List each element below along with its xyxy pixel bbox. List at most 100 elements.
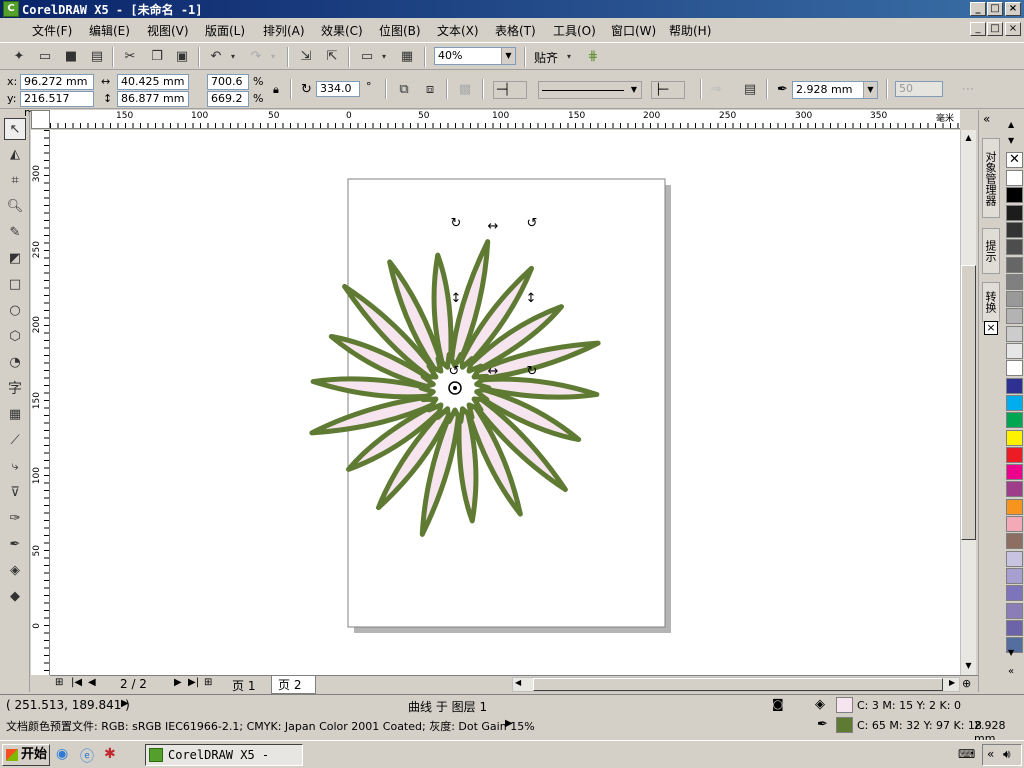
- tray-expand-icon[interactable]: «: [987, 747, 994, 761]
- palette-swatch[interactable]: [1006, 256, 1023, 273]
- menu-text[interactable]: 文本(X): [437, 22, 479, 39]
- menu-file[interactable]: 文件(F): [32, 22, 72, 39]
- outline-tool-icon[interactable]: ✒: [4, 534, 26, 556]
- height-field[interactable]: 86.877 mm: [117, 91, 189, 107]
- previous-page-icon[interactable]: ◀: [88, 677, 96, 688]
- palette-swatch[interactable]: [1006, 585, 1023, 602]
- scroll-up-arrow-icon[interactable]: ▲: [961, 130, 976, 145]
- open-icon[interactable]: ▭: [36, 48, 54, 66]
- palette-swatch[interactable]: [1006, 498, 1023, 515]
- import-icon[interactable]: ⇲: [297, 48, 315, 66]
- mirror-horizontal-icon[interactable]: ⧉: [395, 81, 413, 99]
- chevron-down-icon[interactable]: ▼: [627, 82, 641, 98]
- print-icon[interactable]: ▤: [88, 48, 106, 66]
- palette-swatch[interactable]: [1006, 464, 1023, 481]
- menu-arrange[interactable]: 排列(A): [263, 22, 305, 39]
- width-field[interactable]: 40.425 mm: [117, 74, 189, 90]
- vertical-scrollbar[interactable]: ▲ ▼: [960, 130, 976, 675]
- palette-swatch[interactable]: [1006, 602, 1023, 619]
- blend-tool-icon[interactable]: ⊽: [4, 482, 26, 504]
- undo-icon[interactable]: ↶: [207, 48, 225, 66]
- close-curve-icon[interactable]: ▩: [456, 81, 474, 99]
- rectangle-tool-icon[interactable]: □: [4, 274, 26, 296]
- ie-icon[interactable]: ⓔ: [80, 746, 94, 766]
- palette-swatch[interactable]: [1006, 516, 1023, 532]
- close-button[interactable]: ×: [1005, 2, 1021, 16]
- object-manager-tab[interactable]: 对象管理器: [982, 138, 1000, 218]
- ruler-origin[interactable]: [31, 110, 50, 129]
- cut-icon[interactable]: ✂: [121, 48, 139, 66]
- palette-swatch[interactable]: [1006, 533, 1023, 550]
- keyboard-icon[interactable]: ⌨: [958, 747, 975, 761]
- shape-tool-icon[interactable]: ◭: [4, 144, 26, 166]
- palette-swatch[interactable]: [1006, 394, 1023, 411]
- rotate-skew-handle[interactable]: ↻: [451, 216, 462, 231]
- no-fill-swatch[interactable]: ✕: [1006, 152, 1023, 168]
- next-page-icon[interactable]: ▶: [174, 677, 182, 688]
- vertical-scroll-thumb[interactable]: [961, 265, 976, 540]
- palette-swatch[interactable]: [1006, 187, 1023, 204]
- taskbar-coreldraw[interactable]: CorelDRAW X5 - [未...: [145, 744, 303, 766]
- minimize-button[interactable]: _: [970, 2, 986, 16]
- coreldraw-app-icon[interactable]: C: [3, 1, 19, 17]
- menu-bitmaps[interactable]: 位图(B): [379, 22, 421, 39]
- ellipse-tool-icon[interactable]: ○: [4, 300, 26, 322]
- app-quicklaunch-icon[interactable]: ✱: [104, 746, 116, 762]
- text-tool-icon[interactable]: 字: [4, 378, 26, 400]
- rotation-angle-field[interactable]: 334.0: [316, 81, 360, 97]
- profiles-expand-icon[interactable]: ▶: [505, 718, 513, 729]
- new-document-icon[interactable]: ✦: [10, 48, 28, 66]
- palette-swatch[interactable]: [1006, 273, 1023, 290]
- menu-layout[interactable]: 版面(L): [205, 22, 245, 39]
- navigator-icon[interactable]: ⊕: [962, 677, 971, 690]
- interactive-fill-tool-icon[interactable]: ◆: [4, 586, 26, 608]
- zoom-tool-icon[interactable]: 🔍︎: [4, 196, 26, 218]
- outline-width-combo[interactable]: 2.928 mm ▼: [792, 81, 878, 99]
- eyedropper-tool-icon[interactable]: ✑: [4, 508, 26, 530]
- palette-swatch[interactable]: [1006, 291, 1023, 308]
- chevron-down-icon[interactable]: ▼: [863, 82, 877, 98]
- palette-swatch[interactable]: [1006, 550, 1023, 567]
- rotate-skew-handle[interactable]: ↻: [527, 364, 538, 379]
- zoom-level-combo[interactable]: 40% ▼: [434, 47, 516, 65]
- export-icon[interactable]: ⇱: [323, 48, 341, 66]
- menu-effects[interactable]: 效果(C): [321, 22, 363, 39]
- title-bar[interactable]: C CorelDRAW X5 - [未命名 -1] _ □ ×: [0, 0, 1024, 18]
- palette-scroll-down-icon[interactable]: ▼: [1008, 136, 1014, 145]
- table-tool-icon[interactable]: ▦: [4, 404, 26, 426]
- paste-icon[interactable]: ▣: [173, 48, 191, 66]
- rotation-center-dot[interactable]: [453, 386, 457, 390]
- scroll-left-arrow-icon[interactable]: ◀: [515, 678, 521, 687]
- palette-swatch[interactable]: [1006, 360, 1023, 377]
- status-expand-icon[interactable]: ▶: [121, 698, 129, 709]
- chrome-icon[interactable]: ◉: [56, 746, 68, 762]
- palette-swatch[interactable]: [1006, 619, 1023, 636]
- palette-swatch[interactable]: [1006, 567, 1023, 584]
- menu-help[interactable]: 帮助(H): [669, 22, 711, 39]
- add-page-icon[interactable]: ⊞: [55, 677, 63, 688]
- x-position-field[interactable]: 96.272 mm: [20, 74, 94, 90]
- hints-tab[interactable]: 提示: [982, 228, 1000, 274]
- start-button[interactable]: 开始: [2, 744, 50, 766]
- horizontal-scrollbar[interactable]: ◀ ▶: [512, 677, 960, 692]
- connector-tool-icon[interactable]: ⤷: [4, 456, 26, 478]
- scale-y-field[interactable]: 669.2: [207, 91, 249, 107]
- y-position-field[interactable]: 216.517 mm: [20, 91, 94, 119]
- doc-close-button[interactable]: ×: [1005, 22, 1021, 36]
- menu-table[interactable]: 表格(T): [495, 22, 536, 39]
- horizontal-scroll-thumb[interactable]: [533, 678, 943, 691]
- polygon-tool-icon[interactable]: ⬡: [4, 326, 26, 348]
- copy-icon[interactable]: ❐: [148, 48, 166, 66]
- close-docker-icon[interactable]: ×: [984, 321, 998, 335]
- page-tab-1[interactable]: 页 1: [232, 677, 255, 694]
- curve-smoothing-field[interactable]: 50: [895, 81, 943, 97]
- menu-view[interactable]: 视图(V): [147, 22, 189, 39]
- dynamic-guides-icon[interactable]: ⋕: [584, 48, 602, 66]
- text-wrap-icon[interactable]: ⇒: [707, 81, 725, 99]
- redo-icon[interactable]: ↷: [247, 48, 265, 66]
- rotate-skew-handle[interactable]: ↔: [488, 364, 499, 379]
- horizontal-ruler[interactable]: 150 100 50 0 50 100 150 200 250 300 350 …: [50, 110, 960, 129]
- palette-swatch[interactable]: [1006, 377, 1023, 394]
- welcome-screen-icon[interactable]: ▦: [398, 48, 416, 66]
- crop-tool-icon[interactable]: ⌗: [4, 170, 26, 192]
